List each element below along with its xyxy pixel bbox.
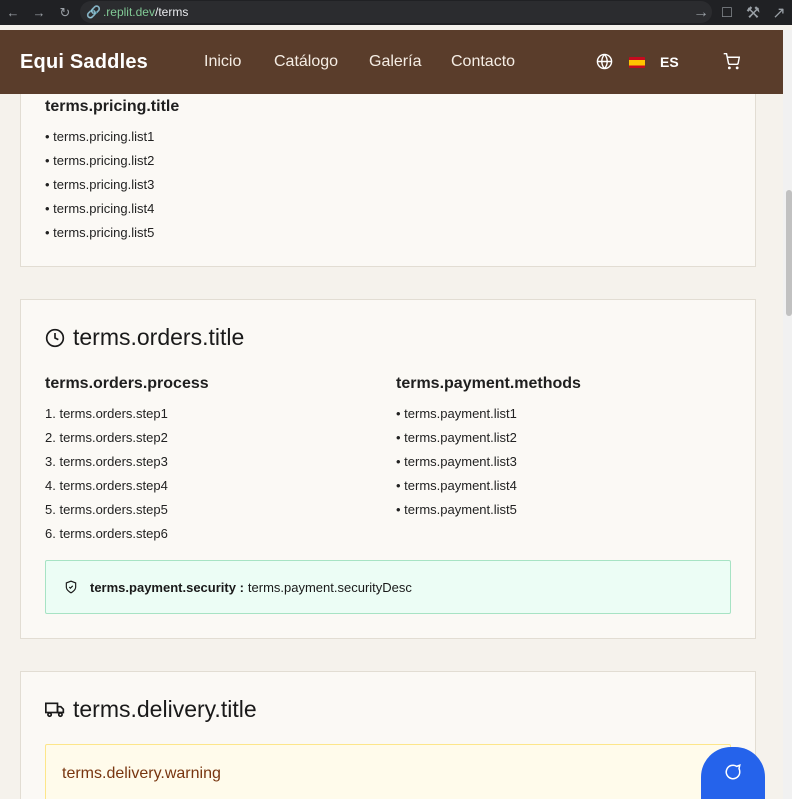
delivery-warning-title: terms.delivery.warning bbox=[62, 765, 221, 782]
list-item: 4. terms.orders.step4 bbox=[45, 478, 168, 493]
list-item: 1. terms.orders.step1 bbox=[45, 406, 168, 421]
list-item: • terms.pricing.list1 bbox=[45, 129, 155, 144]
open-external-icon[interactable]: ↗ bbox=[766, 3, 792, 23]
spain-flag-icon[interactable] bbox=[629, 57, 645, 68]
payment-methods-title: terms.payment.methods bbox=[396, 375, 581, 392]
list-item: • terms.payment.list3 bbox=[396, 454, 517, 469]
orders-title: terms.orders.title bbox=[45, 324, 244, 351]
list-item: 2. terms.orders.step2 bbox=[45, 430, 168, 445]
delivery-warning: terms.delivery.warning bbox=[45, 744, 731, 799]
delivery-card: terms.delivery.title terms.delivery.warn… bbox=[20, 671, 756, 799]
reload-icon[interactable]: ↻ bbox=[52, 0, 78, 25]
nav-contacto[interactable]: Contacto bbox=[451, 53, 515, 71]
security-desc: terms.payment.securityDesc bbox=[247, 579, 412, 595]
list-item: 3. terms.orders.step3 bbox=[45, 454, 168, 469]
brand-logo[interactable]: Equi Saddles bbox=[20, 51, 148, 74]
cart-icon[interactable] bbox=[723, 53, 741, 75]
list-item: • terms.payment.list5 bbox=[396, 502, 517, 517]
truck-icon bbox=[45, 702, 65, 717]
pricing-card: terms.pricing.title • terms.pricing.list… bbox=[20, 94, 756, 267]
list-item: • terms.payment.list4 bbox=[396, 478, 517, 493]
shield-icon bbox=[65, 580, 77, 594]
orders-process-title: terms.orders.process bbox=[45, 375, 209, 392]
back-icon[interactable]: ← bbox=[0, 0, 26, 25]
list-item: • terms.pricing.list3 bbox=[45, 177, 155, 192]
chat-button[interactable] bbox=[701, 747, 765, 799]
list-item: • terms.payment.list1 bbox=[396, 406, 517, 421]
nav-catalogo[interactable]: Catálogo bbox=[274, 53, 338, 71]
globe-icon[interactable] bbox=[596, 53, 613, 75]
clock-icon bbox=[45, 328, 65, 347]
list-item: • terms.pricing.list5 bbox=[45, 225, 155, 240]
pricing-title: terms.pricing.title bbox=[45, 98, 180, 115]
payment-security-notice: terms.payment.security : terms.payment.s… bbox=[45, 560, 731, 614]
address-bar[interactable]: 🔗 .replit.dev /terms bbox=[80, 1, 712, 23]
site-header: Equi Saddles Inicio Catálogo Galería Con… bbox=[0, 30, 783, 94]
orders-card: terms.orders.title terms.orders.process … bbox=[20, 299, 756, 639]
chat-icon bbox=[725, 764, 741, 780]
list-item: • terms.pricing.list4 bbox=[45, 201, 155, 216]
scrollbar-track[interactable] bbox=[783, 30, 792, 799]
link-icon: 🔗 bbox=[86, 5, 101, 19]
list-item: • terms.pricing.list2 bbox=[45, 153, 155, 168]
language-code[interactable]: ES bbox=[660, 54, 679, 70]
wrench-icon[interactable]: ⚒ bbox=[740, 3, 766, 23]
list-item: 6. terms.orders.step6 bbox=[45, 526, 168, 541]
list-item: • terms.payment.list2 bbox=[396, 430, 517, 445]
nav-inicio[interactable]: Inicio bbox=[204, 53, 241, 71]
send-icon[interactable]: → bbox=[688, 4, 714, 22]
monitor-icon[interactable]: □ bbox=[714, 4, 740, 22]
nav-galeria[interactable]: Galería bbox=[369, 53, 421, 71]
security-label: terms.payment.security : bbox=[90, 579, 244, 595]
forward-icon[interactable]: → bbox=[26, 0, 52, 25]
scrollbar-thumb[interactable] bbox=[786, 190, 792, 316]
browser-toolbar: ← → ↻ 🔗 .replit.dev /terms → □ ⚒ ↗ bbox=[0, 0, 792, 25]
delivery-title: terms.delivery.title bbox=[45, 696, 257, 723]
url-domain: .replit.dev bbox=[102, 5, 155, 19]
url-path: /terms bbox=[154, 5, 189, 19]
list-item: 5. terms.orders.step5 bbox=[45, 502, 168, 517]
